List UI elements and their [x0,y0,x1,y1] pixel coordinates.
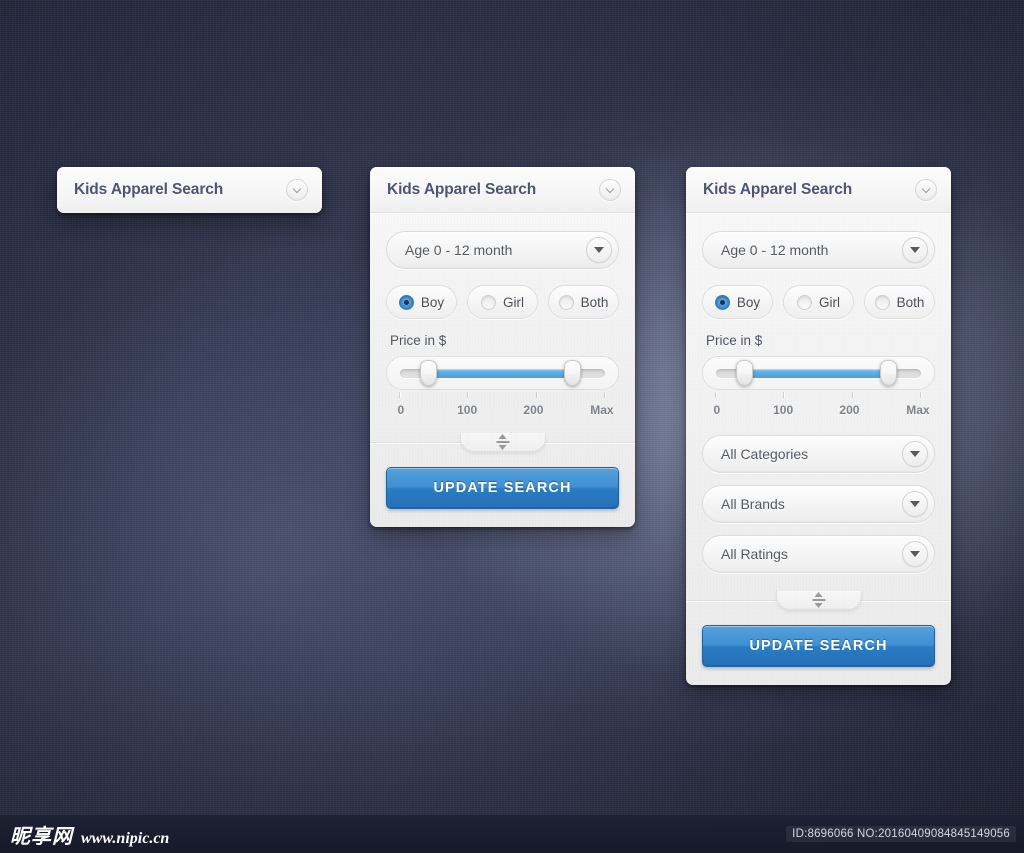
watermark-site-name: 昵享网 [10,823,73,848]
slider-fill [744,368,889,378]
panel-header-full[interactable]: Kids Apparel Search [686,167,951,213]
watermark-branding: 昵享网 www.nipic.cn [10,820,169,849]
gender-radio-group: Boy Girl Both [386,285,619,319]
gender-label-girl: Girl [819,294,840,310]
panel-footer-mid: UPDATE SEARCH [370,455,635,527]
triangle-down-icon[interactable] [902,237,928,263]
triangle-down-icon[interactable] [902,491,928,517]
gender-option-girl[interactable]: Girl [467,285,538,319]
update-search-button[interactable]: UPDATE SEARCH [386,467,619,509]
scale-label-max: Max [906,403,930,417]
triangle-glyph [910,551,920,557]
brands-select-value: All Brands [721,496,785,512]
triangle-down-icon[interactable] [902,441,928,467]
slider-ticks [399,392,606,399]
watermark-id-text: ID:8696066 NO:20160409084845149056 [786,826,1016,842]
page-title: Kids Apparel Search [74,181,224,198]
slider-handle-max[interactable] [879,360,897,386]
price-slider-caption: Price in $ [390,333,447,348]
panel-footer-full: UPDATE SEARCH [686,613,951,685]
slider-scale-labels: 0 100 200 Max [708,403,929,419]
panel-body-mid: Age 0 - 12 month Boy Girl Both Price in … [370,213,635,419]
scale-label-100: 100 [457,403,478,417]
brands-select[interactable]: All Brands [702,485,935,523]
update-search-button[interactable]: UPDATE SEARCH [702,625,935,667]
triangle-down-icon[interactable] [586,237,612,263]
triangle-glyph [910,501,920,507]
ratings-select[interactable]: All Ratings [702,535,935,573]
gender-option-both[interactable]: Both [548,285,619,319]
panel-body-full: Age 0 - 12 month Boy Girl Both Price in … [686,213,951,573]
age-select[interactable]: Age 0 - 12 month [702,231,935,269]
panel-resize-handle-full[interactable] [686,587,951,613]
panel-title-mid: Kids Apparel Search [387,180,537,198]
resize-vertical-icon [496,434,509,450]
scale-label-100: 100 [773,403,794,417]
scale-label-max: Max [590,403,614,417]
resize-notch[interactable] [459,433,546,452]
chevron-glyph [922,185,930,193]
radio-icon [558,294,574,310]
gender-label-girl: Girl [503,294,524,310]
ratings-select-value: All Ratings [721,546,788,562]
gender-option-girl[interactable]: Girl [783,285,854,319]
chevron-glyph [606,185,614,193]
gender-label-both: Both [580,294,609,310]
radio-icon-selected [398,294,414,310]
watermark-site-url: www.nipic.cn [81,829,170,847]
chevron-down-icon[interactable] [915,178,937,201]
slider-handle-max[interactable] [563,360,581,386]
chevron-glyph [293,185,301,193]
slider-fill [428,368,573,378]
search-panel-collapsed[interactable]: Kids Apparel Search [57,167,322,213]
radio-icon-selected [714,294,730,310]
triangle-glyph [910,247,920,253]
triangle-glyph [594,247,604,253]
age-select[interactable]: Age 0 - 12 month [386,231,619,269]
panel-header-mid[interactable]: Kids Apparel Search [370,167,635,213]
categories-select-value: All Categories [721,446,809,462]
age-select-value: Age 0 - 12 month [721,242,829,258]
search-panel-mid[interactable]: Kids Apparel Search Age 0 - 12 month Boy… [370,167,635,527]
gender-option-boy[interactable]: Boy [386,285,457,319]
panel-resize-handle-mid[interactable] [370,429,635,455]
scale-label-200: 200 [839,403,860,417]
gender-option-both[interactable]: Both [864,285,935,319]
panel-title-full: Kids Apparel Search [703,180,853,198]
slider-ticks [715,392,922,399]
radio-icon [874,294,890,310]
gender-label-boy: Boy [736,294,761,310]
triangle-down-icon[interactable] [902,541,928,567]
price-range-slider[interactable] [702,356,935,390]
gender-label-boy: Boy [420,294,445,310]
radio-icon [481,294,496,310]
scale-label-0: 0 [713,403,721,417]
triangle-glyph [910,451,920,457]
gender-radio-group: Boy Girl Both [702,285,935,319]
scale-label-200: 200 [523,403,544,417]
radio-icon [797,294,812,310]
price-range-slider[interactable] [386,356,619,390]
price-slider-caption: Price in $ [706,333,763,348]
slider-scale-labels: 0 100 200 Max [392,403,613,419]
chevron-down-icon[interactable] [286,179,308,201]
slider-track[interactable] [400,360,605,386]
slider-handle-min[interactable] [420,360,438,386]
chevron-down-icon[interactable] [599,178,621,201]
scale-label-0: 0 [397,403,405,417]
watermark-bar: 昵享网 www.nipic.cn ID:8696066 NO:201604090… [0,815,1024,853]
age-select-value: Age 0 - 12 month [405,242,513,258]
search-panel-full[interactable]: Kids Apparel Search Age 0 - 12 month Boy… [686,167,951,685]
panel-header-collapsed[interactable]: Kids Apparel Search [57,167,322,213]
slider-track[interactable] [716,360,921,386]
categories-select[interactable]: All Categories [702,435,935,473]
gender-label-both: Both [896,294,925,310]
resize-vertical-icon [812,592,825,608]
slider-handle-min[interactable] [736,360,754,386]
gender-option-boy[interactable]: Boy [702,285,773,319]
resize-notch[interactable] [775,591,862,610]
